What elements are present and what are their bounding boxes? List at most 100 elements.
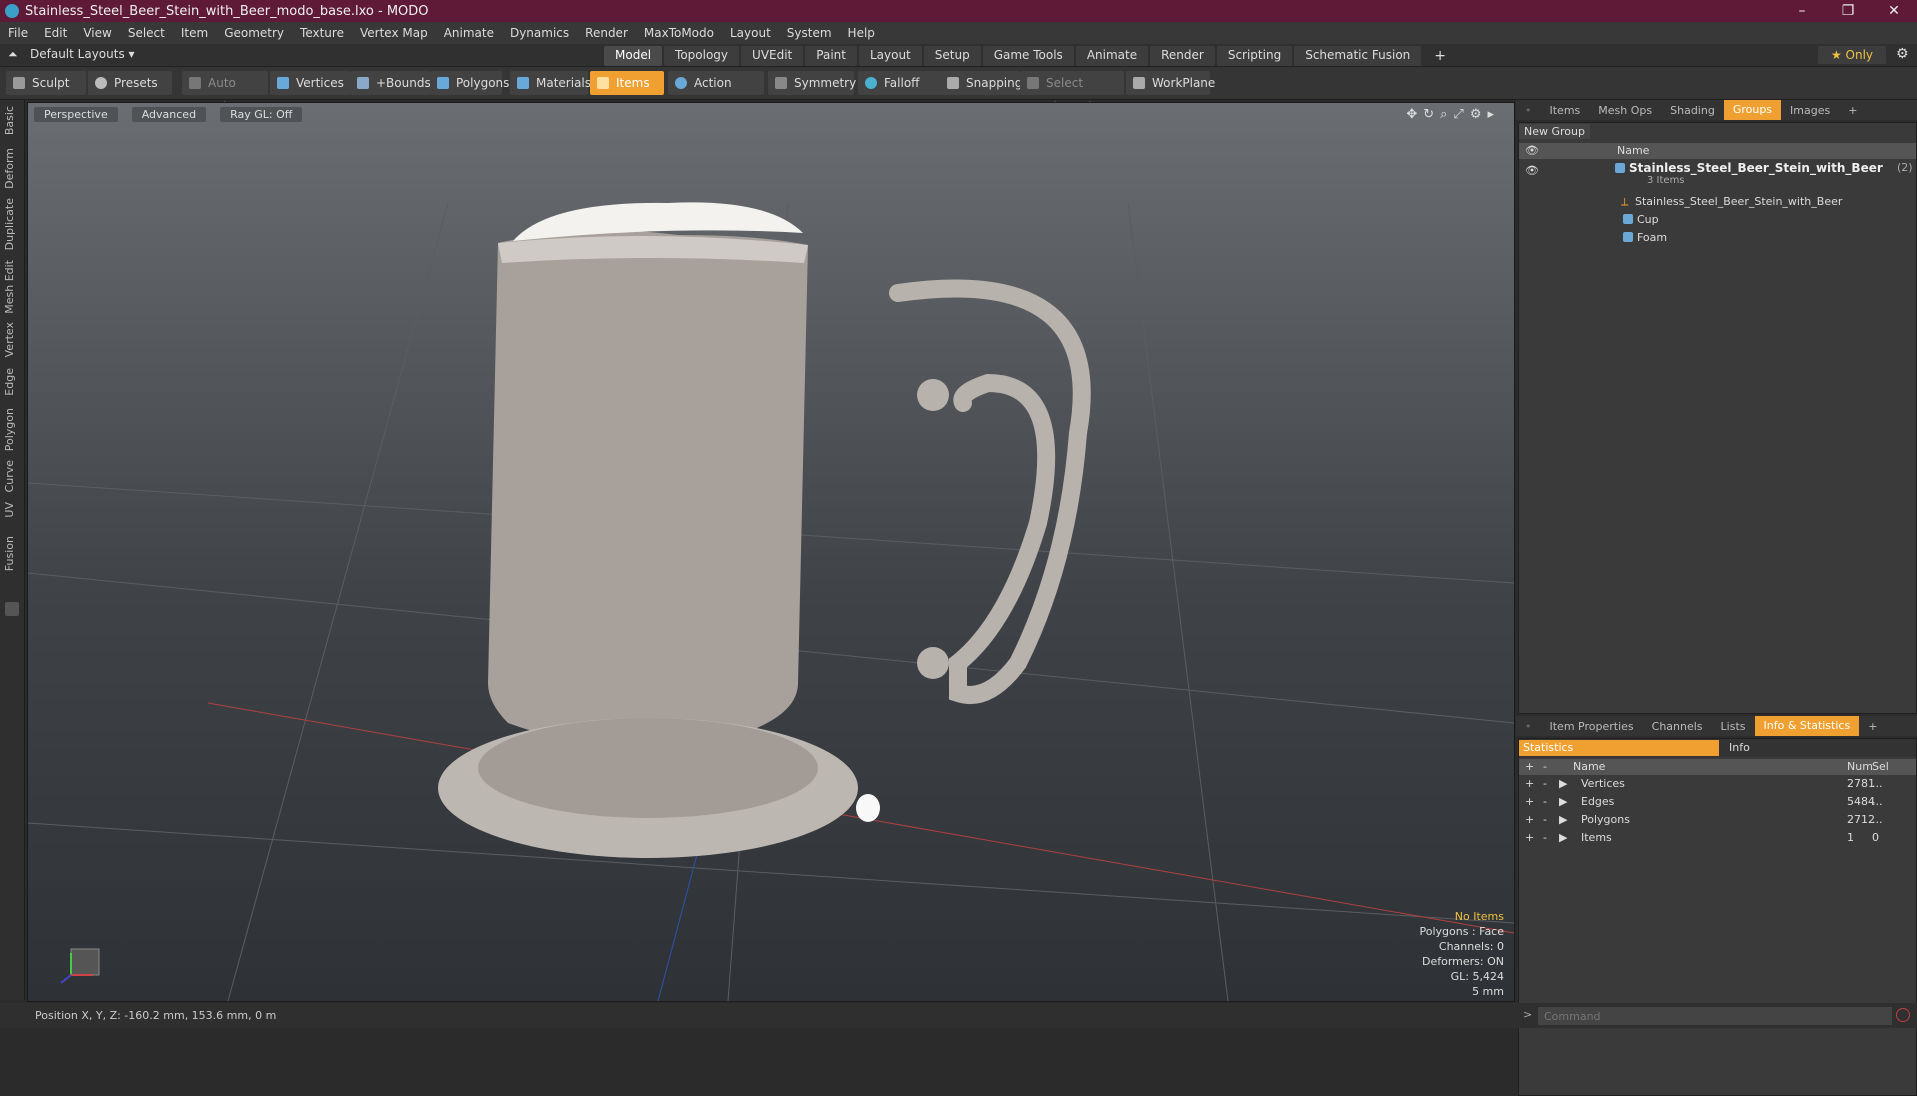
menu-render[interactable]: Render [577, 26, 636, 40]
falloff-button[interactable]: Falloff [858, 71, 942, 95]
advanced-button[interactable]: Advanced [131, 107, 207, 122]
statistics-subtab[interactable]: Statistics [1519, 740, 1719, 756]
polygons-button[interactable]: Polygons [430, 71, 509, 95]
move-view-icon[interactable]: ✥ [1406, 107, 1417, 122]
menu-layout[interactable]: Layout [722, 26, 779, 40]
tab-layout[interactable]: Layout [858, 46, 922, 66]
3d-viewport[interactable]: Perspective Advanced Ray GL: Off ✥ ↻ ⌕ ⤢… [27, 102, 1515, 1002]
expand-all-icon[interactable]: + [1525, 760, 1534, 773]
rotate-view-icon[interactable]: ↻ [1423, 107, 1434, 122]
stat-row-items[interactable]: + - ▶ Items 1 0 [1519, 831, 1916, 849]
collapse-all-icon[interactable]: - [1543, 760, 1547, 773]
tab-model[interactable]: Model [604, 46, 663, 66]
menu-dynamics[interactable]: Dynamics [502, 26, 577, 40]
layout-toggle-icon[interactable]: ⏶ [8, 47, 18, 62]
tab-images[interactable]: Images [1781, 104, 1839, 117]
add-tab-button[interactable]: + [1423, 46, 1457, 66]
add-panel-tab-icon[interactable]: + [1859, 720, 1886, 733]
group-visibility-icon[interactable]: 👁 [1525, 164, 1539, 177]
tab-game-tools[interactable]: Game Tools [982, 46, 1074, 66]
tab-groups[interactable]: Groups [1723, 100, 1782, 120]
fit-view-icon[interactable]: ⤢ [1453, 107, 1463, 122]
strip-deform[interactable]: Deform [3, 148, 16, 189]
menu-system[interactable]: System [779, 26, 840, 40]
add-icon[interactable]: + [1525, 795, 1534, 808]
new-group-button[interactable]: New Group [1519, 124, 1590, 139]
expand-arrow-icon[interactable]: ▶ [1559, 777, 1567, 790]
tab-mesh-ops[interactable]: Mesh Ops [1589, 104, 1661, 117]
raygl-button[interactable]: Ray GL: Off [220, 107, 303, 122]
strip-mesh-edit[interactable]: Mesh Edit [3, 260, 16, 314]
layout-dropdown[interactable]: Default Layouts ▾ [30, 47, 135, 61]
add-icon[interactable]: + [1525, 777, 1534, 790]
group-child-row[interactable]: Cup [1519, 211, 1916, 229]
expand-arrow-icon[interactable]: ▶ [1559, 795, 1567, 808]
menu-help[interactable]: Help [840, 26, 883, 40]
add-icon[interactable]: + [1525, 831, 1534, 844]
expand-arrow-icon[interactable]: ▶ [1559, 831, 1567, 844]
tab-lists[interactable]: Lists [1712, 720, 1755, 733]
strip-polygon[interactable]: Polygon [3, 408, 16, 451]
strip-fusion[interactable]: Fusion [3, 536, 16, 571]
auto-select-button[interactable]: Auto Select [182, 71, 268, 114]
group-child-row[interactable]: ⟂ Stainless_Steel_Beer_Stein_with_Beer [1519, 193, 1916, 211]
select-through-button[interactable]: Select Through [1020, 71, 1124, 114]
menu-vertex-map[interactable]: Vertex Map [352, 26, 436, 40]
tab-paint[interactable]: Paint [805, 46, 857, 66]
snapping-button[interactable]: Snapping [940, 71, 1022, 95]
command-input[interactable] [1538, 1007, 1892, 1025]
record-icon[interactable] [1896, 1008, 1910, 1022]
strip-edge[interactable]: Edge [3, 368, 16, 396]
tab-uvedit[interactable]: UVEdit [741, 46, 804, 66]
remove-icon[interactable]: - [1543, 777, 1547, 790]
tab-shading[interactable]: Shading [1661, 104, 1724, 117]
vertices-button[interactable]: Vertices 1 [270, 71, 350, 114]
symmetry-button[interactable]: Symmetry [768, 71, 856, 95]
minimize-button[interactable]: – [1779, 3, 1825, 19]
materials-button[interactable]: Materials [510, 71, 591, 95]
maximize-button[interactable]: ❐ [1825, 3, 1871, 19]
strip-toggle-button[interactable] [5, 602, 19, 616]
menu-maxtomodo[interactable]: MaxToModo [636, 26, 722, 40]
workplane-button[interactable]: WorkPlane [1126, 71, 1215, 95]
menu-view[interactable]: View [75, 26, 119, 40]
stat-row-edges[interactable]: + - ▶ Edges 5484 ... [1519, 795, 1916, 813]
menu-edit[interactable]: Edit [36, 26, 75, 40]
tab-item-properties[interactable]: Item Properties [1541, 720, 1643, 733]
gear-icon[interactable]: ⚙ [1896, 46, 1909, 62]
viewport-settings-icon[interactable]: ⚙ [1470, 107, 1482, 122]
tab-topology[interactable]: Topology [664, 46, 740, 66]
menu-texture[interactable]: Texture [292, 26, 352, 40]
action-center-button[interactable]: Action Center [668, 71, 764, 114]
stat-row-polygons[interactable]: + - ▶ Polygons 2712 ... [1519, 813, 1916, 831]
perspective-button[interactable]: Perspective [34, 107, 118, 122]
add-panel-tab-icon[interactable]: + [1839, 104, 1866, 117]
info-subtab[interactable]: Info [1723, 740, 1750, 756]
add-icon[interactable]: + [1525, 813, 1534, 826]
remove-icon[interactable]: - [1543, 831, 1547, 844]
strip-duplicate[interactable]: Duplicate [3, 198, 16, 250]
tab-render[interactable]: Render [1150, 46, 1215, 66]
sculpt-button[interactable]: Sculpt [6, 71, 86, 95]
tab-schematic-fusion[interactable]: Schematic Fusion [1294, 46, 1422, 66]
strip-vertex[interactable]: Vertex [3, 322, 16, 357]
group-child-row[interactable]: Foam [1519, 229, 1916, 247]
expand-arrow-icon[interactable]: ▶ [1559, 813, 1567, 826]
tab-setup[interactable]: Setup [923, 46, 981, 66]
menu-select[interactable]: Select [120, 26, 173, 40]
remove-icon[interactable]: - [1543, 813, 1547, 826]
menu-geometry[interactable]: Geometry [216, 26, 292, 40]
tab-animate[interactable]: Animate [1075, 46, 1149, 66]
only-button[interactable]: ★ Only [1818, 46, 1886, 64]
zoom-view-icon[interactable]: ⌕ [1440, 107, 1447, 122]
strip-uv[interactable]: UV [3, 502, 16, 518]
close-button[interactable]: ✕ [1871, 3, 1917, 19]
tab-info-statistics[interactable]: Info & Statistics [1754, 716, 1860, 736]
viewport-more-icon[interactable]: ▸ [1487, 107, 1494, 122]
stat-row-vertices[interactable]: + - ▶ Vertices 2781 ... [1519, 777, 1916, 795]
presets-button[interactable]: Presets F6 [88, 71, 172, 114]
tab-channels[interactable]: Channels [1643, 720, 1712, 733]
strip-curve[interactable]: Curve [3, 460, 16, 492]
tab-scripting[interactable]: Scripting [1216, 46, 1293, 66]
items-button[interactable]: Items 5 [590, 71, 664, 114]
